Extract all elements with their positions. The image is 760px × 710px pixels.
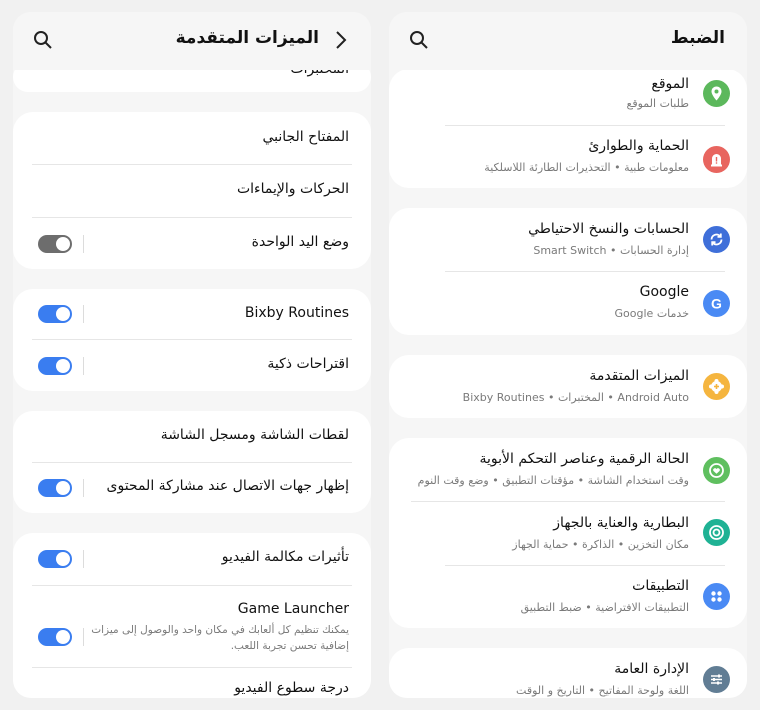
settings-header: الضبط [389, 12, 747, 70]
advanced-group-4: تأثيرات مكالمة الفيديو Game Launcher يمك… [13, 533, 371, 698]
svg-text:G: G [711, 296, 722, 312]
list-item-label: درجة سطوع الفيديو [234, 680, 349, 696]
toggle-divider [83, 628, 84, 646]
settings-group-5: الإدارة العامة اللغة ولوحة المفاتيح • ال… [389, 648, 747, 698]
heart-circle-icon [703, 457, 730, 484]
list-item-game-launcher[interactable]: Game Launcher يمكنك تنظيم كل ألعابك في م… [13, 586, 371, 666]
settings-item-title: التطبيقات [632, 578, 689, 594]
search-icon[interactable] [409, 30, 429, 50]
settings-item-title: الحالة الرقمية وعناصر التحكم الأبوية [479, 451, 689, 467]
settings-group-3: الميزات المتقدمة Android Auto • المختبرا… [389, 355, 747, 418]
device-care-icon [703, 519, 730, 546]
video-call-effects-toggle[interactable] [38, 550, 72, 568]
settings-item-title: الميزات المتقدمة [589, 368, 689, 384]
settings-item-subtitle: مكان التخزين • الذاكرة • حماية الجهاز [512, 538, 689, 551]
advanced-group-3: لقطات الشاشة ومسجل الشاشة إظهار جهات الا… [13, 411, 371, 513]
settings-item-title: الإدارة العامة [614, 661, 689, 677]
one-hand-mode-toggle[interactable] [38, 235, 72, 253]
page-title: الضبط [670, 28, 725, 48]
list-item-label: اقتراحات ذكية [267, 356, 349, 372]
list-item-video-brightness[interactable]: درجة سطوع الفيديو [13, 668, 371, 698]
settings-item-subtitle: اللغة ولوحة المفاتيح • التاريخ و الوقت [516, 684, 689, 697]
toggle-knob [56, 359, 70, 373]
settings-item-subtitle: وقت استخدام الشاشة • مؤقتات التطبيق • وض… [417, 474, 689, 487]
settings-group-2: الحسابات والنسخ الاحتياطي إدارة الحسابات… [389, 208, 747, 335]
list-item-label: Game Launcher [237, 601, 349, 617]
list-item-label: وضع اليد الواحدة [251, 234, 349, 250]
list-item-label: إظهار جهات الاتصال عند مشاركة المحتوى [106, 478, 349, 494]
list-item-video-call-effects[interactable]: تأثيرات مكالمة الفيديو [13, 533, 371, 585]
settings-group-1: الموقع طلبات الموقع الحماية والطوارئ معل… [389, 69, 747, 188]
settings-item-google[interactable]: Google خدمات Google G [389, 272, 747, 335]
settings-item-safety[interactable]: الحماية والطوارئ معلومات طبية • التحذيرا… [389, 126, 747, 188]
toggle-knob [56, 552, 70, 566]
settings-item-location[interactable]: الموقع طلبات الموقع [389, 69, 747, 124]
settings-item-subtitle: Android Auto • المختبرات • Bixby Routine… [462, 391, 689, 404]
alert-icon [703, 146, 730, 173]
list-item-label: Bixby Routines [244, 305, 349, 321]
settings-group-4: الحالة الرقمية وعناصر التحكم الأبوية وقت… [389, 438, 747, 628]
settings-item-subtitle: طلبات الموقع [626, 97, 689, 110]
settings-item-subtitle: معلومات طبية • التحذيرات الطارئة اللاسلك… [484, 161, 689, 174]
settings-item-subtitle: التطبيقات الافتراضية • ضبط التطبيق [520, 601, 689, 614]
advanced-header: الميزات المتقدمة [13, 12, 371, 70]
advanced-features-panel: الميزات المتقدمة المختبرات المفتاح الجان… [13, 12, 371, 698]
toggle-divider [83, 305, 84, 323]
toggle-knob [56, 481, 70, 495]
settings-item-subtitle: إدارة الحسابات • Smart Switch [533, 244, 689, 257]
smart-suggestions-toggle[interactable] [38, 357, 72, 375]
list-item-side-key[interactable]: المفتاح الجانبي [13, 112, 371, 164]
toggle-knob [56, 307, 70, 321]
settings-item-title: الحماية والطوارئ [588, 138, 689, 154]
list-item-motions[interactable]: الحركات والإيماءات [13, 165, 371, 217]
list-item-bixby-routines[interactable]: Bixby Routines [13, 289, 371, 339]
sync-icon [703, 226, 730, 253]
toggle-knob [56, 630, 70, 644]
toggle-divider [83, 357, 84, 375]
settings-item-title: البطارية والعناية بالجهاز [553, 515, 689, 531]
list-item-label: المفتاح الجانبي [262, 129, 349, 145]
list-item-label: الحركات والإيماءات [236, 181, 349, 197]
apps-grid-icon [703, 583, 730, 610]
settings-item-title: الحسابات والنسخ الاحتياطي [528, 221, 689, 237]
bixby-routines-toggle[interactable] [38, 305, 72, 323]
list-item-label: لقطات الشاشة ومسجل الشاشة [160, 427, 349, 443]
list-item-label: تأثيرات مكالمة الفيديو [221, 549, 349, 565]
settings-item-title: Google [639, 284, 689, 300]
location-pin-icon [703, 80, 730, 107]
gear-plus-icon [703, 373, 730, 400]
settings-item-advanced[interactable]: الميزات المتقدمة Android Auto • المختبرا… [389, 355, 747, 418]
list-item-description: يمكنك تنظيم كل ألعابك في مكان واحد والوص… [91, 624, 349, 652]
toggle-divider [83, 235, 84, 253]
sliders-icon [703, 666, 730, 693]
page-title: الميزات المتقدمة [175, 28, 319, 48]
settings-item-subtitle: خدمات Google [614, 307, 689, 320]
advanced-group-2: Bixby Routines اقتراحات ذكية [13, 289, 371, 391]
list-item-smart-suggestions[interactable]: اقتراحات ذكية [13, 340, 371, 391]
back-chevron-icon[interactable] [331, 29, 351, 51]
list-item-screenshots[interactable]: لقطات الشاشة ومسجل الشاشة [13, 411, 371, 462]
list-item-show-contacts[interactable]: إظهار جهات الاتصال عند مشاركة المحتوى [13, 463, 371, 513]
settings-item-apps[interactable]: التطبيقات التطبيقات الافتراضية • ضبط الت… [389, 566, 747, 628]
settings-panel: الضبط الموقع طلبات الموقع الحماية والطوا… [389, 12, 747, 698]
game-launcher-toggle[interactable] [38, 628, 72, 646]
toggle-knob [56, 237, 70, 251]
settings-item-digital-wellbeing[interactable]: الحالة الرقمية وعناصر التحكم الأبوية وقت… [389, 438, 747, 501]
settings-item-battery[interactable]: البطارية والعناية بالجهاز مكان التخزين •… [389, 502, 747, 565]
settings-item-title: الموقع [651, 76, 689, 92]
search-icon[interactable] [33, 30, 53, 50]
settings-item-general[interactable]: الإدارة العامة اللغة ولوحة المفاتيح • ال… [389, 648, 747, 698]
show-contacts-toggle[interactable] [38, 479, 72, 497]
advanced-group-1: المفتاح الجانبي الحركات والإيماءات وضع ا… [13, 112, 371, 269]
settings-item-accounts[interactable]: الحسابات والنسخ الاحتياطي إدارة الحسابات… [389, 208, 747, 271]
toggle-divider [83, 479, 84, 497]
toggle-divider [83, 550, 84, 568]
google-icon: G [703, 290, 730, 317]
list-item-one-hand[interactable]: وضع اليد الواحدة [13, 218, 371, 269]
